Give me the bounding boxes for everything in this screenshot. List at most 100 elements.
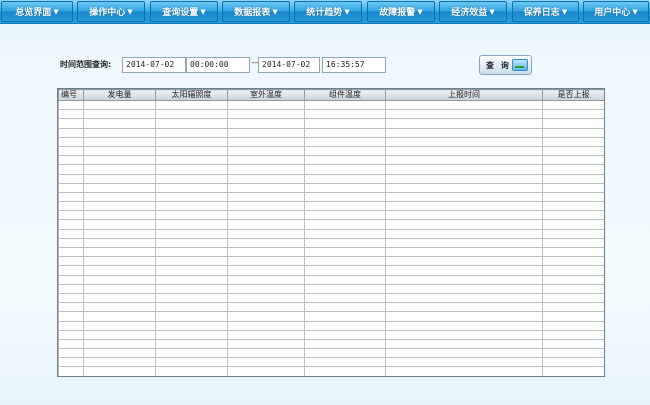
table-row <box>58 219 604 230</box>
table-cell <box>155 136 228 147</box>
table-cell <box>227 256 305 267</box>
end-time-input[interactable]: 16:35:57 <box>322 57 386 73</box>
table-cell <box>58 311 84 322</box>
table-cell <box>304 292 386 304</box>
caret-down-icon: ▼ <box>53 7 59 16</box>
table-cell <box>542 265 604 276</box>
table-row <box>58 265 604 276</box>
table-cell <box>155 173 228 184</box>
table-cell <box>304 182 386 193</box>
column-header-power-generation[interactable]: 发电量 <box>83 89 156 101</box>
table-cell <box>304 320 386 331</box>
table-cell <box>227 173 305 184</box>
nav-item-label: 经济效益 <box>451 8 488 18</box>
table-cell <box>304 191 386 203</box>
table-cell <box>58 210 84 221</box>
table-cell <box>58 182 84 193</box>
nav-item-label: 总览界面 <box>15 8 52 18</box>
start-date-input[interactable]: 2014-07-02 <box>122 57 186 73</box>
table-cell <box>385 283 543 294</box>
table-cell <box>385 246 543 258</box>
table-cell <box>155 329 228 340</box>
query-button[interactable]: 查 询 <box>479 55 532 75</box>
column-header-reported[interactable]: 是否上报 <box>542 89 604 101</box>
table-cell <box>227 357 305 368</box>
table-cell <box>83 283 156 294</box>
table-cell <box>542 164 604 175</box>
table-cell <box>227 155 305 166</box>
table-cell <box>83 164 156 175</box>
table-cell <box>58 127 84 138</box>
table-row <box>58 292 604 304</box>
caret-down-icon: ▼ <box>272 7 278 16</box>
nav-item-query-settings[interactable]: 查询设置 ▼ <box>150 1 218 22</box>
table-cell <box>83 366 156 376</box>
end-date-input[interactable]: 2014-07-02 <box>258 57 320 73</box>
column-header-solar-irradiance[interactable]: 太阳辐照度 <box>155 89 228 101</box>
table-cell <box>83 99 156 111</box>
table-cell <box>542 366 604 376</box>
table-cell <box>58 99 84 111</box>
table-cell <box>58 228 84 239</box>
table-cell <box>227 182 305 193</box>
table-cell <box>385 173 543 184</box>
table-cell <box>227 210 305 221</box>
table-cell <box>227 265 305 276</box>
table-cell <box>542 348 604 359</box>
table-cell <box>155 283 228 294</box>
table-row <box>58 256 604 267</box>
table-cell <box>83 338 156 350</box>
start-time-input[interactable]: 00:00:00 <box>186 57 250 73</box>
table-cell <box>58 109 84 120</box>
table-cell <box>58 246 84 258</box>
column-header-report-time[interactable]: 上报时间 <box>385 89 543 101</box>
column-header-outdoor-temperature[interactable]: 室外温度 <box>227 89 305 101</box>
table-cell <box>83 274 156 285</box>
table-cell <box>304 338 386 350</box>
column-header-id[interactable]: 编号 <box>58 89 84 101</box>
column-header-module-temperature[interactable]: 组件温度 <box>304 89 386 101</box>
table-cell <box>58 357 84 368</box>
table-cell <box>385 210 543 221</box>
table-cell <box>155 109 228 120</box>
table-body <box>58 99 604 376</box>
nav-item-economic-benefit[interactable]: 经济效益 ▼ <box>439 1 507 22</box>
table-cell <box>304 357 386 368</box>
table-cell <box>227 109 305 120</box>
nav-item-overview[interactable]: 总览界面 ▼ <box>1 1 73 22</box>
nav-item-maintenance-log[interactable]: 保养日志 ▼ <box>512 1 579 22</box>
table-row <box>58 348 604 359</box>
table-cell <box>155 228 228 239</box>
table-cell <box>155 265 228 276</box>
nav-item-fault-alarm[interactable]: 故障报警 ▼ <box>367 1 435 22</box>
table-cell <box>385 109 543 120</box>
table-cell <box>83 357 156 368</box>
table-cell <box>542 338 604 350</box>
table-cell <box>227 348 305 359</box>
table-cell <box>542 219 604 230</box>
table-cell <box>227 237 305 249</box>
table-cell <box>227 246 305 258</box>
table-cell <box>304 145 386 157</box>
search-window-icon <box>512 59 528 71</box>
table-cell <box>304 274 386 285</box>
table-cell <box>227 329 305 340</box>
table-cell <box>155 320 228 331</box>
nav-item-label: 故障报警 <box>379 8 416 18</box>
table-cell <box>304 201 386 212</box>
nav-item-operation-center[interactable]: 操作中心 ▼ <box>77 1 145 22</box>
table-cell <box>542 237 604 249</box>
table-cell <box>155 302 228 313</box>
table-cell <box>385 320 543 331</box>
table-cell <box>542 118 604 129</box>
table-row <box>58 246 604 258</box>
table-cell <box>385 348 543 359</box>
table-cell <box>83 118 156 129</box>
nav-item-user-center[interactable]: 用户中心 ▼ <box>583 1 649 22</box>
nav-item-data-report[interactable]: 数据报表 ▼ <box>222 1 290 22</box>
table-cell <box>542 329 604 340</box>
table-cell <box>385 329 543 340</box>
nav-item-statistics-trend[interactable]: 统计趋势 ▼ <box>294 1 362 22</box>
table-cell <box>542 191 604 203</box>
table-cell <box>385 164 543 175</box>
